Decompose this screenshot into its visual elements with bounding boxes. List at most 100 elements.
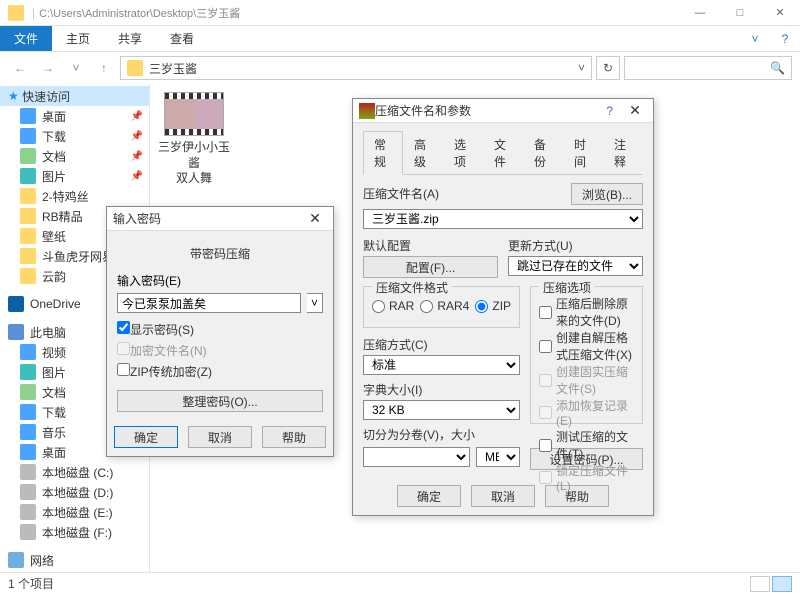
sidebar-item[interactable]: 本地磁盘 (E:): [0, 502, 149, 522]
format-rar4[interactable]: RAR4: [420, 299, 469, 313]
maximize-button[interactable]: □: [720, 0, 760, 26]
chevron-down-icon[interactable]: ˅: [578, 61, 585, 75]
sidebar-item[interactable]: 2-特鸡丝: [0, 186, 149, 206]
sidebar-item[interactable]: 本地磁盘 (C:): [0, 462, 149, 482]
password-dialog: 输入密码 ✕ 带密码压缩 输入密码(E) ˅ 显示密码(S) 加密文件名(N) …: [106, 206, 334, 457]
sidebar-item[interactable]: 桌面📌: [0, 106, 149, 126]
back-button[interactable]: ←: [8, 56, 32, 80]
update-mode-select[interactable]: 跳过已存在的文件: [508, 256, 643, 276]
close-button[interactable]: ✕: [760, 0, 800, 26]
opt-delete[interactable]: 压缩后删除原来的文件(D): [539, 295, 634, 329]
tab-comment[interactable]: 注释: [603, 131, 643, 174]
dict-select[interactable]: 32 KB: [363, 400, 520, 420]
window-titlebar: | C:\Users\Administrator\Desktop\三岁玉酱 — …: [0, 0, 800, 26]
address-bar: ← → ˅ ↑ 三岁玉酱 ˅ ↻ 🔍: [0, 52, 800, 84]
format-rar[interactable]: RAR: [372, 299, 414, 313]
cancel-button[interactable]: 取消: [188, 426, 252, 448]
zip-legacy-checkbox[interactable]: ZIP传统加密(Z): [117, 363, 323, 380]
file-item[interactable]: 三岁伊小小玉酱双人舞: [158, 92, 230, 187]
sidebar-item[interactable]: 文档📌: [0, 146, 149, 166]
minimize-button[interactable]: —: [680, 0, 720, 26]
method-select[interactable]: 标准: [363, 355, 520, 375]
opt-recovery: 添加恢复记录(E): [539, 397, 634, 428]
archive-name-input[interactable]: 三岁玉酱.zip: [363, 209, 643, 229]
status-bar: 1 个项目: [0, 572, 800, 594]
dialog-title: 压缩文件名和参数: [375, 102, 606, 119]
format-group: 压缩文件格式 RAR RAR4 ZIP: [363, 286, 520, 328]
profile-button[interactable]: 配置(F)...: [363, 256, 498, 278]
compress-dialog: 压缩文件名和参数 ? ✕ 常规 高级 选项 文件 备份 时间 注释 压缩文件名(…: [352, 98, 654, 516]
tab-time[interactable]: 时间: [563, 131, 603, 174]
password-input[interactable]: [117, 293, 301, 313]
opt-lock: 锁定压缩文件(L): [539, 462, 634, 493]
update-label: 更新方式(U): [508, 237, 643, 254]
search-input[interactable]: 🔍: [624, 56, 792, 80]
password-dropdown-icon[interactable]: ˅: [307, 293, 323, 313]
ok-button[interactable]: 确定: [397, 485, 461, 507]
split-unit-select[interactable]: MB: [476, 447, 520, 467]
refresh-button[interactable]: ↻: [596, 56, 620, 80]
split-label: 切分为分卷(V)，大小: [363, 426, 520, 443]
tab-share[interactable]: 共享: [104, 26, 156, 51]
tab-file[interactable]: 文件: [0, 26, 52, 51]
tab-options[interactable]: 选项: [443, 131, 483, 174]
help-button[interactable]: 帮助: [262, 426, 326, 448]
help-icon[interactable]: ?: [770, 26, 800, 51]
options-group: 压缩选项 压缩后删除原来的文件(D) 创建自解压格式压缩文件(X) 创建固实压缩…: [530, 286, 643, 424]
dialog-tabs: 常规 高级 选项 文件 备份 时间 注释: [363, 131, 643, 175]
encrypt-names-checkbox: 加密文件名(N): [117, 342, 323, 359]
tab-files[interactable]: 文件: [483, 131, 523, 174]
opt-sfx[interactable]: 创建自解压格式压缩文件(X): [539, 329, 634, 363]
separator: |: [32, 6, 35, 20]
tab-backup[interactable]: 备份: [523, 131, 563, 174]
file-name: 三岁伊小小玉酱双人舞: [158, 140, 230, 187]
dialog-titlebar[interactable]: 输入密码 ✕: [107, 207, 333, 231]
sidebar-item[interactable]: 本地磁盘 (F:): [0, 522, 149, 542]
up-button[interactable]: ↑: [92, 56, 116, 80]
sidebar-item[interactable]: 下载📌: [0, 126, 149, 146]
password-subtitle: 带密码压缩: [117, 239, 323, 272]
folder-icon: [8, 5, 24, 21]
archive-name-label: 压缩文件名(A): [363, 185, 439, 202]
dialog-help-icon[interactable]: ?: [606, 104, 613, 118]
show-password-checkbox[interactable]: 显示密码(S): [117, 321, 323, 338]
ribbon-tabs: 文件 主页 共享 查看 ˅ ?: [0, 26, 800, 52]
dialog-close-button[interactable]: ✕: [623, 102, 647, 119]
profile-label: 默认配置: [363, 237, 498, 254]
view-icons-button[interactable]: [772, 576, 792, 592]
options-legend: 压缩选项: [539, 279, 595, 296]
search-icon: 🔍: [770, 61, 785, 75]
ribbon-expand-icon[interactable]: ˅: [740, 26, 770, 51]
format-zip[interactable]: ZIP: [475, 299, 511, 313]
video-thumbnail: [164, 92, 224, 136]
ok-button[interactable]: 确定: [114, 426, 178, 448]
sidebar-network[interactable]: 网络: [0, 550, 149, 570]
folder-icon: [127, 60, 143, 76]
window-path: C:\Users\Administrator\Desktop\三岁玉酱: [39, 5, 240, 21]
sidebar-item[interactable]: 本地磁盘 (D:): [0, 482, 149, 502]
opt-solid: 创建固实压缩文件(S): [539, 363, 634, 397]
method-label: 压缩方式(C): [363, 336, 520, 353]
manage-passwords-button[interactable]: 整理密码(O)...: [117, 390, 323, 412]
forward-button[interactable]: →: [36, 56, 60, 80]
password-label: 输入密码(E): [117, 274, 181, 288]
tab-home[interactable]: 主页: [52, 26, 104, 51]
tab-view[interactable]: 查看: [156, 26, 208, 51]
split-size-input[interactable]: [363, 447, 470, 467]
browse-button[interactable]: 浏览(B)...: [571, 183, 643, 205]
recent-dropdown[interactable]: ˅: [64, 56, 88, 80]
sidebar-item[interactable]: 图片📌: [0, 166, 149, 186]
sidebar-quick-access[interactable]: ★ 快速访问: [0, 86, 149, 106]
dialog-titlebar[interactable]: 压缩文件名和参数 ? ✕: [353, 99, 653, 123]
tab-general[interactable]: 常规: [363, 131, 403, 175]
dict-label: 字典大小(I): [363, 381, 520, 398]
address-text: 三岁玉酱: [149, 60, 197, 77]
dialog-title: 输入密码: [113, 210, 303, 227]
cancel-button[interactable]: 取消: [471, 485, 535, 507]
format-legend: 压缩文件格式: [372, 279, 452, 296]
dialog-close-button[interactable]: ✕: [303, 210, 327, 227]
view-details-button[interactable]: [750, 576, 770, 592]
address-input[interactable]: 三岁玉酱 ˅: [120, 56, 592, 80]
opt-test[interactable]: 测试压缩的文件(T): [539, 428, 634, 462]
tab-advanced[interactable]: 高级: [403, 131, 443, 174]
